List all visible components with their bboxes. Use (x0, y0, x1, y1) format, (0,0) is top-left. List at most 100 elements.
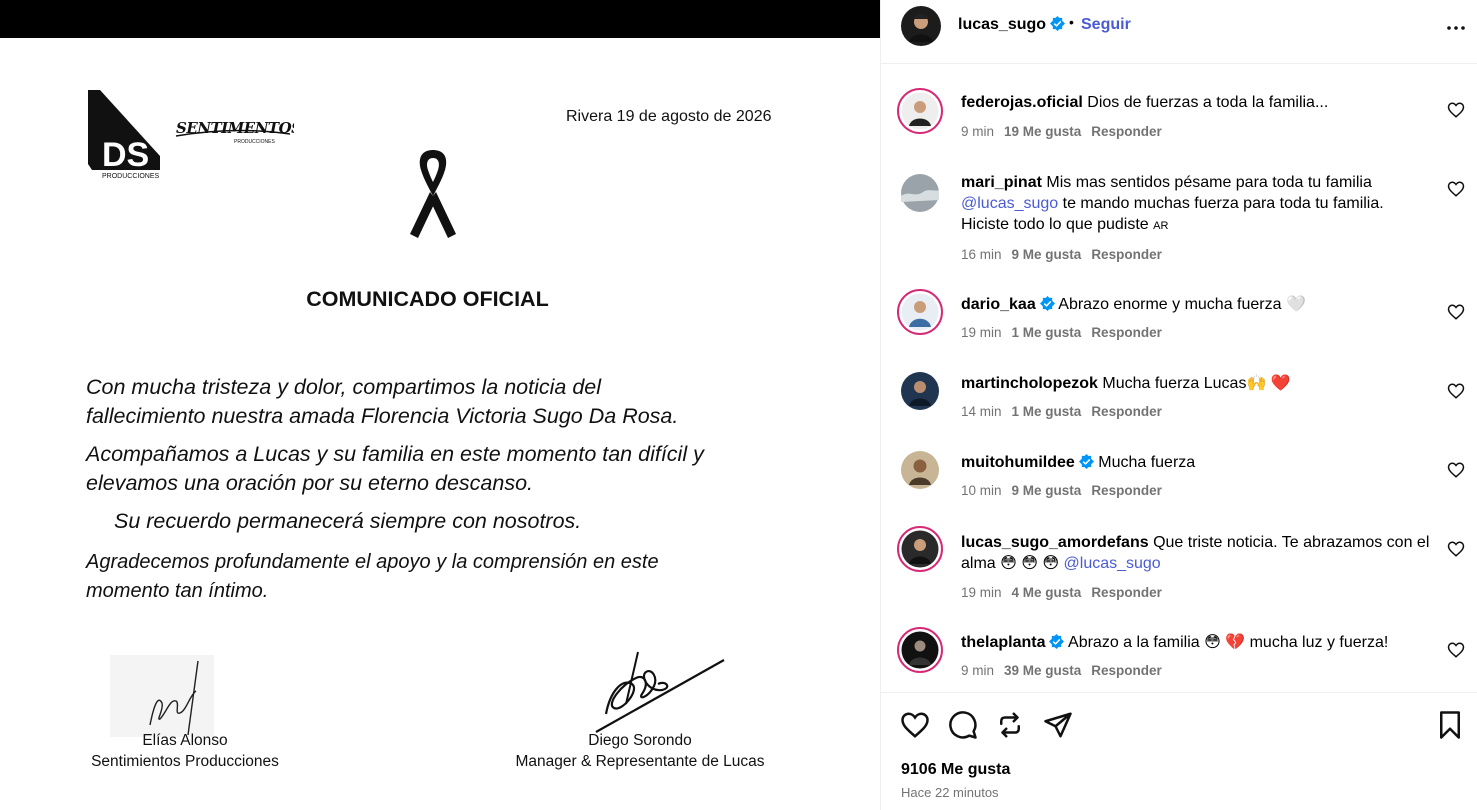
comment-meta: 9 min 19 Me gusta Responder (961, 124, 1162, 139)
paragraph-1: Con mucha tristeza y dolor, compartimos … (86, 373, 678, 431)
heart-icon[interactable] (1447, 540, 1465, 558)
comment-text: martincholopezok Mucha fuerza Lucas🙌 ❤️ (961, 373, 1431, 394)
comment-avatar[interactable] (897, 447, 943, 493)
comment-username[interactable]: thelaplanta (961, 634, 1045, 651)
owner-avatar[interactable] (901, 6, 941, 46)
comment-username[interactable]: federojas.oficial (961, 94, 1083, 111)
heart-icon[interactable] (1447, 101, 1465, 119)
signer-2: Diego Sorondo Manager & Representante de… (500, 730, 780, 772)
comment-likes[interactable]: 9 Me gusta (1012, 483, 1082, 498)
comment-username[interactable]: martincholopezok (961, 375, 1098, 392)
paragraph-4: Agradecemos profundamente el apoyo y la … (86, 548, 659, 606)
comment-content: Mucha fuerza Lucas🙌 ❤️ (1102, 375, 1291, 392)
signature-diego-sorondo (595, 651, 725, 733)
paragraph-1-line-1: Con mucha tristeza y dolor, compartimos … (86, 375, 602, 399)
comment-reply-button[interactable]: Responder (1091, 124, 1162, 139)
comment-content-3: Hiciste todo lo que pudiste (961, 216, 1149, 233)
comment-content: Abrazo a la familia 😳 💔 mucha luz y fuer… (1068, 634, 1389, 651)
heart-icon[interactable] (1447, 303, 1465, 321)
owner-username-text[interactable]: lucas_sugo (958, 16, 1046, 33)
heart-icon[interactable] (1447, 641, 1465, 659)
comment-reply-button[interactable]: Responder (1091, 404, 1162, 419)
comment-text: mari_pinat Mis mas sentidos pésame para … (961, 172, 1431, 237)
comment-avatar[interactable] (897, 368, 943, 414)
comment-meta: 19 min 1 Me gusta Responder (961, 325, 1162, 340)
comment-text: muitohumildee Mucha fuerza (961, 452, 1431, 473)
comment-time: 10 min (961, 483, 1002, 498)
comment-likes[interactable]: 19 Me gusta (1004, 124, 1081, 139)
post-image[interactable]: DS PRODUCCIONES SENTIMENTOS PRODUCCIONES… (0, 0, 880, 810)
paragraph-2-line-1: Acompañamos a Lucas y su familia en este… (86, 442, 704, 466)
signer-2-name: Diego Sorondo (588, 732, 692, 749)
comment-username[interactable]: muitohumildee (961, 454, 1075, 471)
comment-text: federojas.oficial Dios de fuerzas a toda… (961, 92, 1431, 113)
paragraph-3: Su recuerdo permanecerá siempre con noso… (114, 509, 582, 533)
comment-text: lucas_sugo_amordefans Que triste noticia… (961, 532, 1431, 574)
comment-content: Dios de fuerzas a toda la familia... (1087, 94, 1329, 111)
heart-icon[interactable] (1447, 180, 1465, 198)
signer-1: Elías Alonso Sentimientos Producciones (80, 730, 290, 772)
comment-text: thelaplanta Abrazo a la familia 😳 💔 much… (961, 632, 1431, 653)
svg-text:DS: DS (102, 136, 149, 174)
comment-reply-button[interactable]: Responder (1091, 585, 1162, 600)
post-sidebar: lucas_sugo • Seguir federojas.oficial Di… (880, 0, 1477, 810)
comment-time: 16 min (961, 247, 1002, 262)
post-header: lucas_sugo • Seguir (881, 0, 1477, 64)
comment-time: 19 min (961, 325, 1002, 340)
repost-icon[interactable] (995, 710, 1025, 740)
image-top-bar (0, 0, 880, 38)
paragraph-2-line-2: elevamos una oración por su eterno desca… (86, 471, 533, 495)
comment-content: Mis mas sentidos pésame para toda tu fam… (1046, 174, 1372, 191)
comment-time: 9 min (961, 124, 995, 139)
svg-text:PRODUCCIONES: PRODUCCIONES (234, 139, 276, 145)
comment-avatar[interactable] (897, 526, 943, 572)
heart-icon[interactable] (1447, 382, 1465, 400)
svg-text:SENTIMENTOS: SENTIMENTOS (176, 119, 294, 137)
comment-mention[interactable]: @lucas_sugo (961, 195, 1058, 212)
comment-avatar[interactable] (897, 170, 943, 216)
comment-time: 14 min (961, 404, 1002, 419)
paragraph-2: Acompañamos a Lucas y su familia en este… (86, 440, 704, 498)
follow-button[interactable]: Seguir (1081, 16, 1131, 34)
owner-username[interactable]: lucas_sugo (958, 16, 1066, 34)
comment-avatar[interactable] (897, 289, 943, 335)
document-date: Rivera 19 de agosto de 2026 (566, 108, 772, 125)
comment-time: 19 min (961, 585, 1002, 600)
comment-likes[interactable]: 4 Me gusta (1012, 585, 1082, 600)
svg-text:PRODUCCIONES: PRODUCCIONES (102, 173, 160, 180)
comment-likes[interactable]: 39 Me gusta (1004, 663, 1081, 678)
more-options-icon[interactable] (1447, 20, 1465, 36)
likes-count[interactable]: 9106 Me gusta (901, 761, 1010, 779)
comment-username[interactable]: lucas_sugo_amordefans (961, 534, 1149, 551)
heart-icon[interactable] (1447, 461, 1465, 479)
comment-avatar[interactable] (897, 88, 943, 134)
signer-2-role: Manager & Representante de Lucas (515, 753, 765, 770)
paragraph-1-line-2: fallecimiento nuestra amada Florencia Vi… (86, 404, 679, 428)
comment-reply-button[interactable]: Responder (1091, 247, 1162, 262)
comment-likes[interactable]: 1 Me gusta (1012, 325, 1082, 340)
comment-reply-button[interactable]: Responder (1091, 483, 1162, 498)
comment-reply-button[interactable]: Responder (1091, 663, 1162, 678)
verified-badge-icon (1039, 296, 1055, 311)
post-timestamp[interactable]: Hace 22 minutos (901, 785, 999, 800)
comment-meta: 16 min 9 Me gusta Responder (961, 247, 1162, 262)
comment-reply-button[interactable]: Responder (1091, 325, 1162, 340)
black-ribbon-icon (410, 150, 456, 238)
comment-mention[interactable]: @lucas_sugo (1064, 555, 1161, 572)
comment-meta: 10 min 9 Me gusta Responder (961, 483, 1162, 498)
bookmark-icon[interactable] (1435, 710, 1465, 740)
document-title: COMUNICADO OFICIAL (306, 287, 549, 311)
post-actions: 9106 Me gusta Hace 22 minutos (881, 692, 1477, 810)
comment-username[interactable]: mari_pinat (961, 174, 1042, 191)
comment-icon[interactable] (948, 710, 978, 740)
comment-likes[interactable]: 9 Me gusta (1012, 247, 1082, 262)
signer-1-org: Sentimientos Producciones (91, 753, 279, 770)
comment-time: 9 min (961, 663, 995, 678)
heart-icon[interactable] (900, 710, 930, 740)
comment-likes[interactable]: 1 Me gusta (1012, 404, 1082, 419)
comment-avatar[interactable] (897, 627, 943, 673)
country-flag: AR (1153, 220, 1169, 232)
share-icon[interactable] (1043, 710, 1073, 740)
comment-username[interactable]: dario_kaa (961, 296, 1036, 313)
signer-1-name: Elías Alonso (142, 732, 228, 749)
